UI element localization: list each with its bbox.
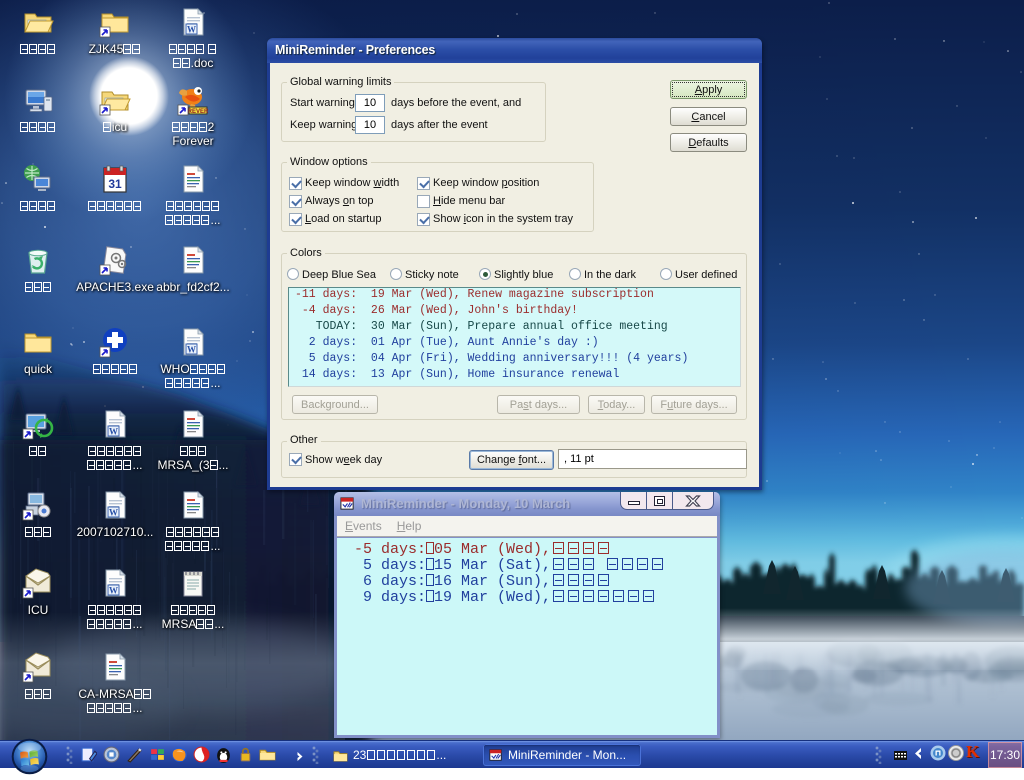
svg-text:31: 31 xyxy=(108,177,122,191)
svg-text:REVER: REVER xyxy=(188,109,209,115)
svg-text:W: W xyxy=(187,345,196,355)
svg-text:W: W xyxy=(109,427,118,437)
svg-text:W: W xyxy=(187,25,196,35)
svg-text:W: W xyxy=(109,508,118,518)
svg-text:W: W xyxy=(109,586,118,596)
